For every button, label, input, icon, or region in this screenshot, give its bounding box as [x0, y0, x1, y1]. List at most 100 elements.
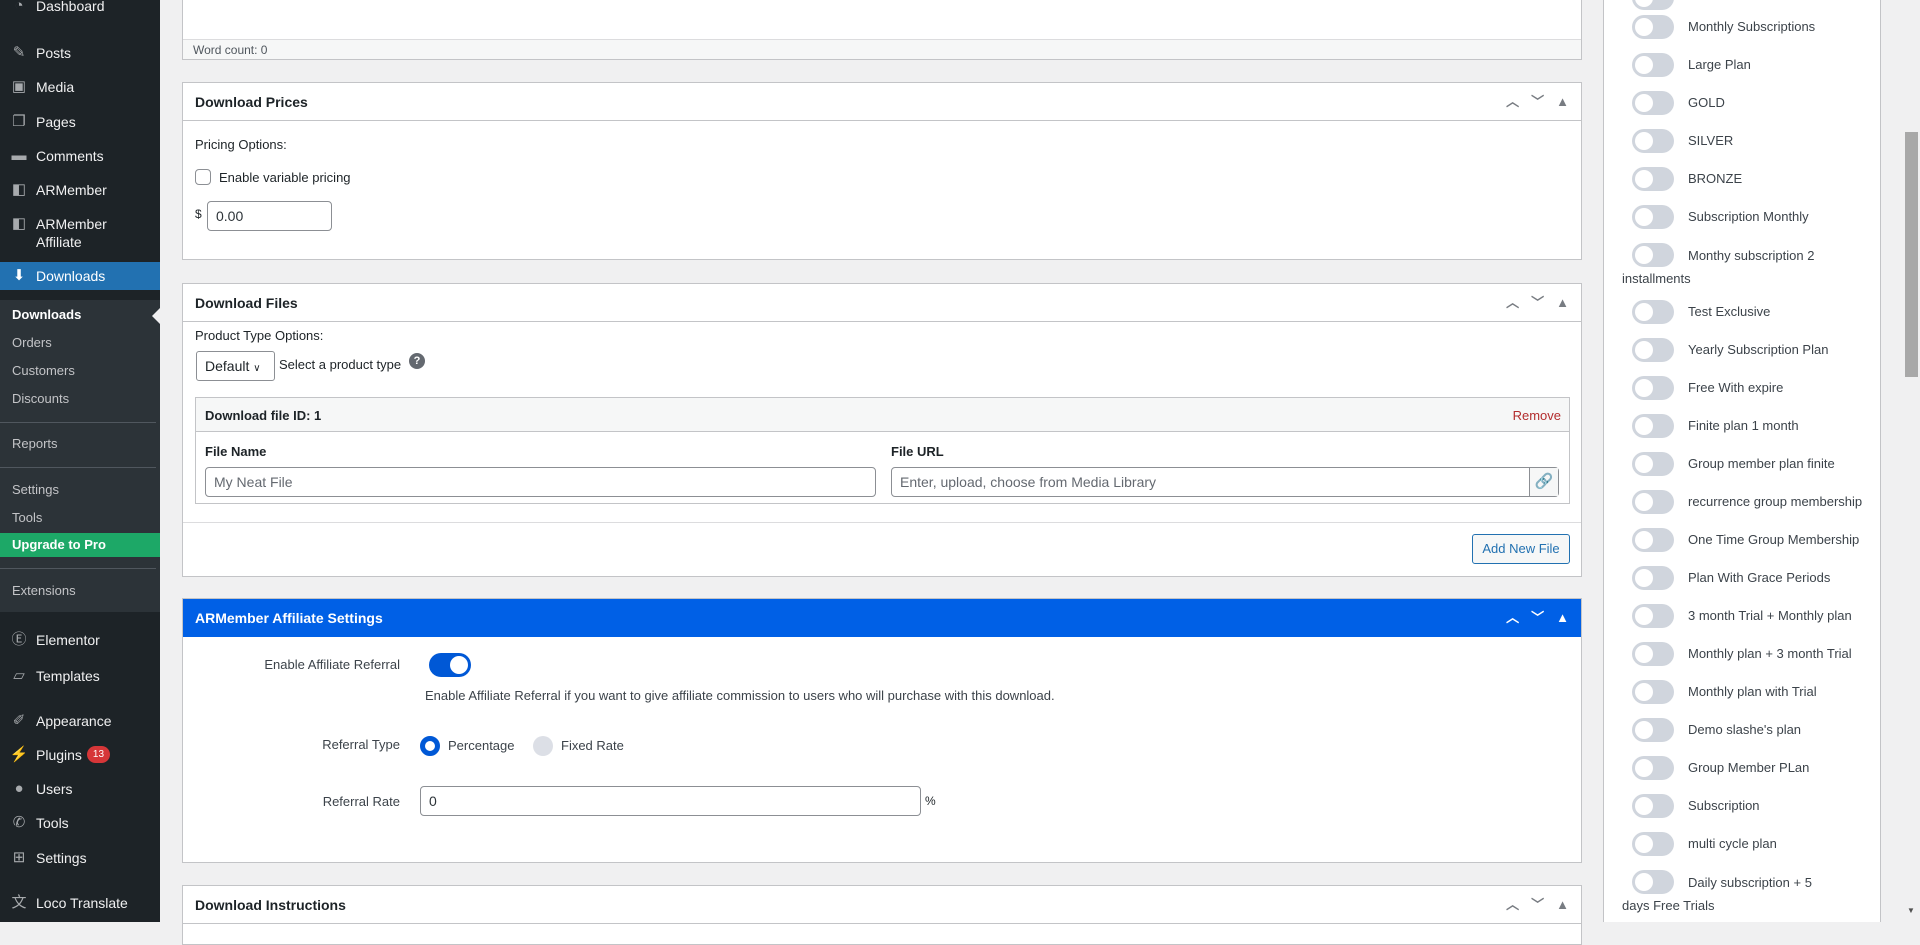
plan-toggle[interactable]: [1632, 642, 1674, 666]
submenu-item-downloads[interactable]: Downloads: [0, 306, 160, 324]
plan-toggle[interactable]: [1632, 300, 1674, 324]
plan-toggle[interactable]: [1632, 566, 1674, 590]
price-input[interactable]: [207, 201, 332, 231]
menu-item-loco-translate[interactable]: 文 Loco Translate: [0, 894, 160, 912]
enable-referral-toggle[interactable]: [429, 653, 471, 677]
variable-pricing-checkbox[interactable]: [195, 169, 211, 185]
submenu-item-tools[interactable]: Tools: [0, 509, 160, 527]
menu-item-users[interactable]: ● Users: [0, 780, 160, 798]
plan-label: Monthly plan with Trial: [1688, 684, 1817, 699]
collapse-icon[interactable]: ▲: [1556, 599, 1569, 637]
move-up-icon[interactable]: ︿: [1506, 284, 1519, 322]
enable-referral-label: Enable Affiliate Referral: [264, 657, 400, 672]
plan-label: Free With expire: [1688, 380, 1784, 395]
move-up-icon[interactable]: ︿: [1506, 599, 1519, 637]
submenu-item-customers[interactable]: Customers: [0, 362, 160, 380]
link-icon[interactable]: 🔗: [1529, 468, 1558, 496]
move-down-icon[interactable]: ﹀: [1531, 886, 1544, 924]
download-instructions-header[interactable]: Download Instructions ︿ ﹀ ▲: [183, 886, 1581, 924]
menu-item-settings[interactable]: ⊞ Settings: [0, 849, 160, 867]
move-down-icon[interactable]: ﹀: [1531, 83, 1544, 121]
menu-item-armember[interactable]: ◧ ARMember: [0, 181, 160, 199]
plan-toggle[interactable]: [1632, 15, 1674, 39]
menu-item-comments[interactable]: ▬ Comments: [0, 147, 160, 165]
editor-box: Word count: 0: [182, 0, 1582, 60]
scrollbar-thumb[interactable]: [1905, 132, 1918, 377]
menu-item-armember-affiliate[interactable]: ◧ ARMember Affiliate: [0, 215, 160, 251]
plan-toggle[interactable]: [1632, 452, 1674, 476]
file-url-input[interactable]: [891, 467, 1559, 497]
collapse-icon[interactable]: ▲: [1556, 284, 1569, 322]
submenu-item-orders[interactable]: Orders: [0, 334, 160, 352]
scroll-down-icon[interactable]: ▼: [1907, 906, 1915, 915]
remove-link[interactable]: Remove: [1513, 408, 1561, 423]
file-name-input[interactable]: [205, 467, 876, 497]
menu-item-media[interactable]: ▣ Media: [0, 78, 160, 96]
plan-toggle[interactable]: [1632, 528, 1674, 552]
plan-toggle[interactable]: [1632, 91, 1674, 115]
menu-item-posts[interactable]: ✎ Posts: [0, 44, 160, 62]
referral-rate-input[interactable]: [420, 786, 921, 816]
menu-item-elementor[interactable]: Ⓔ Elementor: [0, 631, 160, 649]
plan-toggle[interactable]: [1632, 129, 1674, 153]
plan-toggle[interactable]: [1632, 832, 1674, 856]
plan-label: Subscription Monthly: [1688, 209, 1809, 224]
radio-percentage[interactable]: [420, 736, 440, 756]
plan-toggle[interactable]: [1632, 167, 1674, 191]
menu-label: Media: [36, 79, 75, 95]
product-type-label: Product Type Options:: [195, 328, 324, 343]
menu-item-pages[interactable]: ❐ Pages: [0, 113, 160, 131]
plan-toggle[interactable]: [1632, 490, 1674, 514]
plan-label: recurrence group membership: [1688, 494, 1863, 509]
plan-toggle[interactable]: [1632, 794, 1674, 818]
download-files-header[interactable]: Download Files ︿ ﹀ ▲: [183, 284, 1581, 322]
plan-label: Demo slashe's plan: [1688, 722, 1802, 737]
plan-label: Monthly Subscriptions: [1688, 19, 1816, 34]
submenu-item-settings[interactable]: Settings: [0, 481, 160, 499]
plan-toggle[interactable]: [1632, 680, 1674, 704]
page-scrollbar[interactable]: ▼: [1903, 0, 1920, 922]
menu-item-plugins[interactable]: ⚡ Plugins 13: [0, 746, 160, 764]
plan-toggle[interactable]: [1632, 414, 1674, 438]
menu-item-tools[interactable]: ✆ Tools: [0, 814, 160, 832]
submenu-item-reports[interactable]: Reports: [0, 435, 160, 453]
move-up-icon[interactable]: ︿: [1506, 886, 1519, 924]
product-type-select[interactable]: Default ∨: [196, 351, 275, 381]
help-icon[interactable]: ?: [409, 353, 425, 369]
product-type-value: Default: [205, 358, 250, 374]
plan-toggle[interactable]: [1632, 604, 1674, 628]
file-url-label: File URL: [891, 444, 944, 459]
affiliate-settings-header[interactable]: ARMember Affiliate Settings ︿ ﹀ ▲: [183, 599, 1581, 637]
download-icon: ⬇: [12, 267, 26, 284]
plan-toggle[interactable]: [1632, 338, 1674, 362]
move-up-icon[interactable]: ︿: [1506, 83, 1519, 121]
add-new-file-button[interactable]: Add New File: [1472, 534, 1570, 564]
menu-item-templates[interactable]: ▱ Templates: [0, 667, 160, 685]
move-down-icon[interactable]: ﹀: [1531, 284, 1544, 322]
file-name-label: File Name: [205, 444, 267, 459]
dashboard-icon: ◔: [14, 0, 24, 14]
menu-item-appearance[interactable]: ✐ Appearance: [0, 712, 160, 730]
menu-item-dashboard[interactable]: ◔ Dashboard: [0, 0, 160, 15]
download-prices-header[interactable]: Download Prices ︿ ﹀ ▲: [183, 83, 1581, 121]
move-down-icon[interactable]: ﹀: [1531, 599, 1544, 637]
plan-toggle[interactable]: [1632, 53, 1674, 77]
collapse-icon[interactable]: ▲: [1556, 886, 1569, 924]
submenu-item-upgrade-to-pro[interactable]: Upgrade to Pro: [0, 533, 160, 557]
plan-toggle[interactable]: [1632, 756, 1674, 780]
plan-toggle[interactable]: [1632, 0, 1674, 10]
plan-toggle[interactable]: [1632, 718, 1674, 742]
submenu-item-discounts[interactable]: Discounts: [0, 390, 160, 408]
comment-icon: ▬: [11, 147, 27, 164]
word-count: Word count: 0: [183, 39, 1581, 59]
file-row: Download file ID: 1 Remove File Name Fil…: [195, 397, 1570, 504]
plan-toggle[interactable]: [1632, 205, 1674, 229]
menu-item-downloads[interactable]: ⬇ Downloads: [0, 262, 160, 290]
collapse-icon[interactable]: ▲: [1556, 83, 1569, 121]
menu-label: Settings: [36, 850, 87, 866]
radio-fixed-rate[interactable]: [533, 736, 553, 756]
plan-toggle[interactable]: [1632, 376, 1674, 400]
submenu-item-extensions[interactable]: Extensions: [0, 582, 160, 600]
pin-icon: ✎: [12, 44, 26, 61]
membership-plans-panel: Monthly Subscriptions Large Plan GOLD SILVE…: [1603, 0, 1881, 922]
